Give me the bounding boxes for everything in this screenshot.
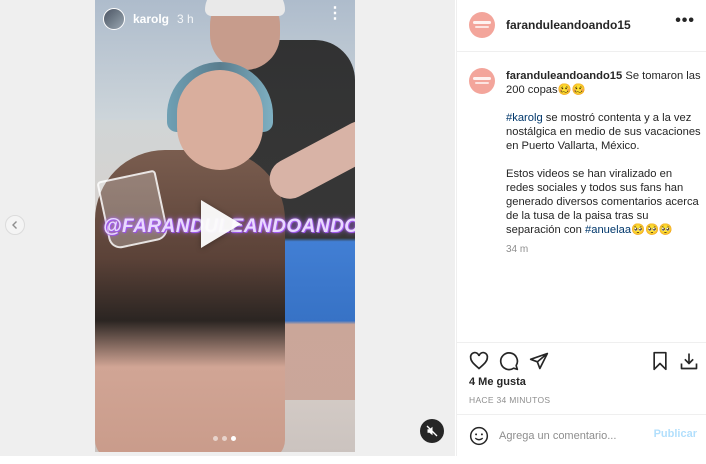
comment-form: Publicar	[457, 414, 706, 456]
share-icon[interactable]	[529, 351, 549, 371]
likes-count[interactable]: 4 Me gusta	[469, 376, 526, 388]
more-options-icon[interactable]: •••	[675, 12, 695, 30]
story-time: 3 h	[177, 12, 194, 26]
bookmark-icon[interactable]	[650, 351, 670, 371]
carousel-dot-active	[231, 436, 236, 441]
publish-button[interactable]: Publicar	[654, 428, 697, 440]
carousel-dot	[213, 436, 218, 441]
carousel-dots	[213, 436, 236, 441]
caption-time: 34 m	[506, 244, 529, 255]
caption-line: Estos videos se han viralizado en redes …	[506, 167, 702, 237]
carousel-dot	[222, 436, 227, 441]
mute-button[interactable]	[420, 419, 444, 443]
caption-line: #karolg se mostró contenta y a la vez no…	[506, 111, 702, 153]
story-more-icon: ⋮	[327, 5, 343, 22]
post-caption: faranduleandoando15 Se tomaron las 200 c…	[506, 69, 702, 251]
hashtag-link[interactable]: #karolg	[506, 112, 543, 124]
action-bar	[457, 342, 706, 376]
download-icon[interactable]	[679, 351, 699, 371]
speaker-muted-icon	[426, 425, 438, 437]
video-player[interactable]: karolg 3 h ⋮ @FARANDULEANDOANDO15	[95, 0, 355, 452]
avatar[interactable]	[469, 12, 495, 38]
play-icon[interactable]	[201, 200, 241, 248]
comment-icon[interactable]	[499, 351, 519, 371]
story-avatar	[103, 8, 125, 30]
story-header: karolg 3 h	[103, 8, 194, 30]
comment-input[interactable]	[499, 427, 649, 445]
caption-emoji: 🥺🥺🥺	[631, 224, 673, 236]
story-username: karolg	[133, 12, 170, 26]
previous-post-button[interactable]	[5, 215, 25, 235]
post-media: karolg 3 h ⋮ @FARANDULEANDOANDO15	[0, 0, 455, 456]
caption-avatar[interactable]	[469, 68, 495, 94]
hashtag-link[interactable]: #anuelaa	[585, 224, 631, 236]
chevron-left-icon	[12, 221, 17, 229]
post-sidebar: faranduleandoando15 ••• faranduleandoand…	[456, 0, 706, 456]
post-date: HACE 34 MINUTOS	[469, 395, 551, 405]
caption-line: faranduleandoando15 Se tomaron las 200 c…	[506, 69, 702, 97]
post-header: faranduleandoando15 •••	[457, 0, 706, 52]
post-author-username[interactable]: faranduleandoando15	[506, 18, 631, 32]
caption-username[interactable]: faranduleandoando15	[506, 70, 622, 82]
emoji-icon[interactable]	[469, 426, 489, 446]
heart-icon[interactable]	[469, 351, 489, 371]
